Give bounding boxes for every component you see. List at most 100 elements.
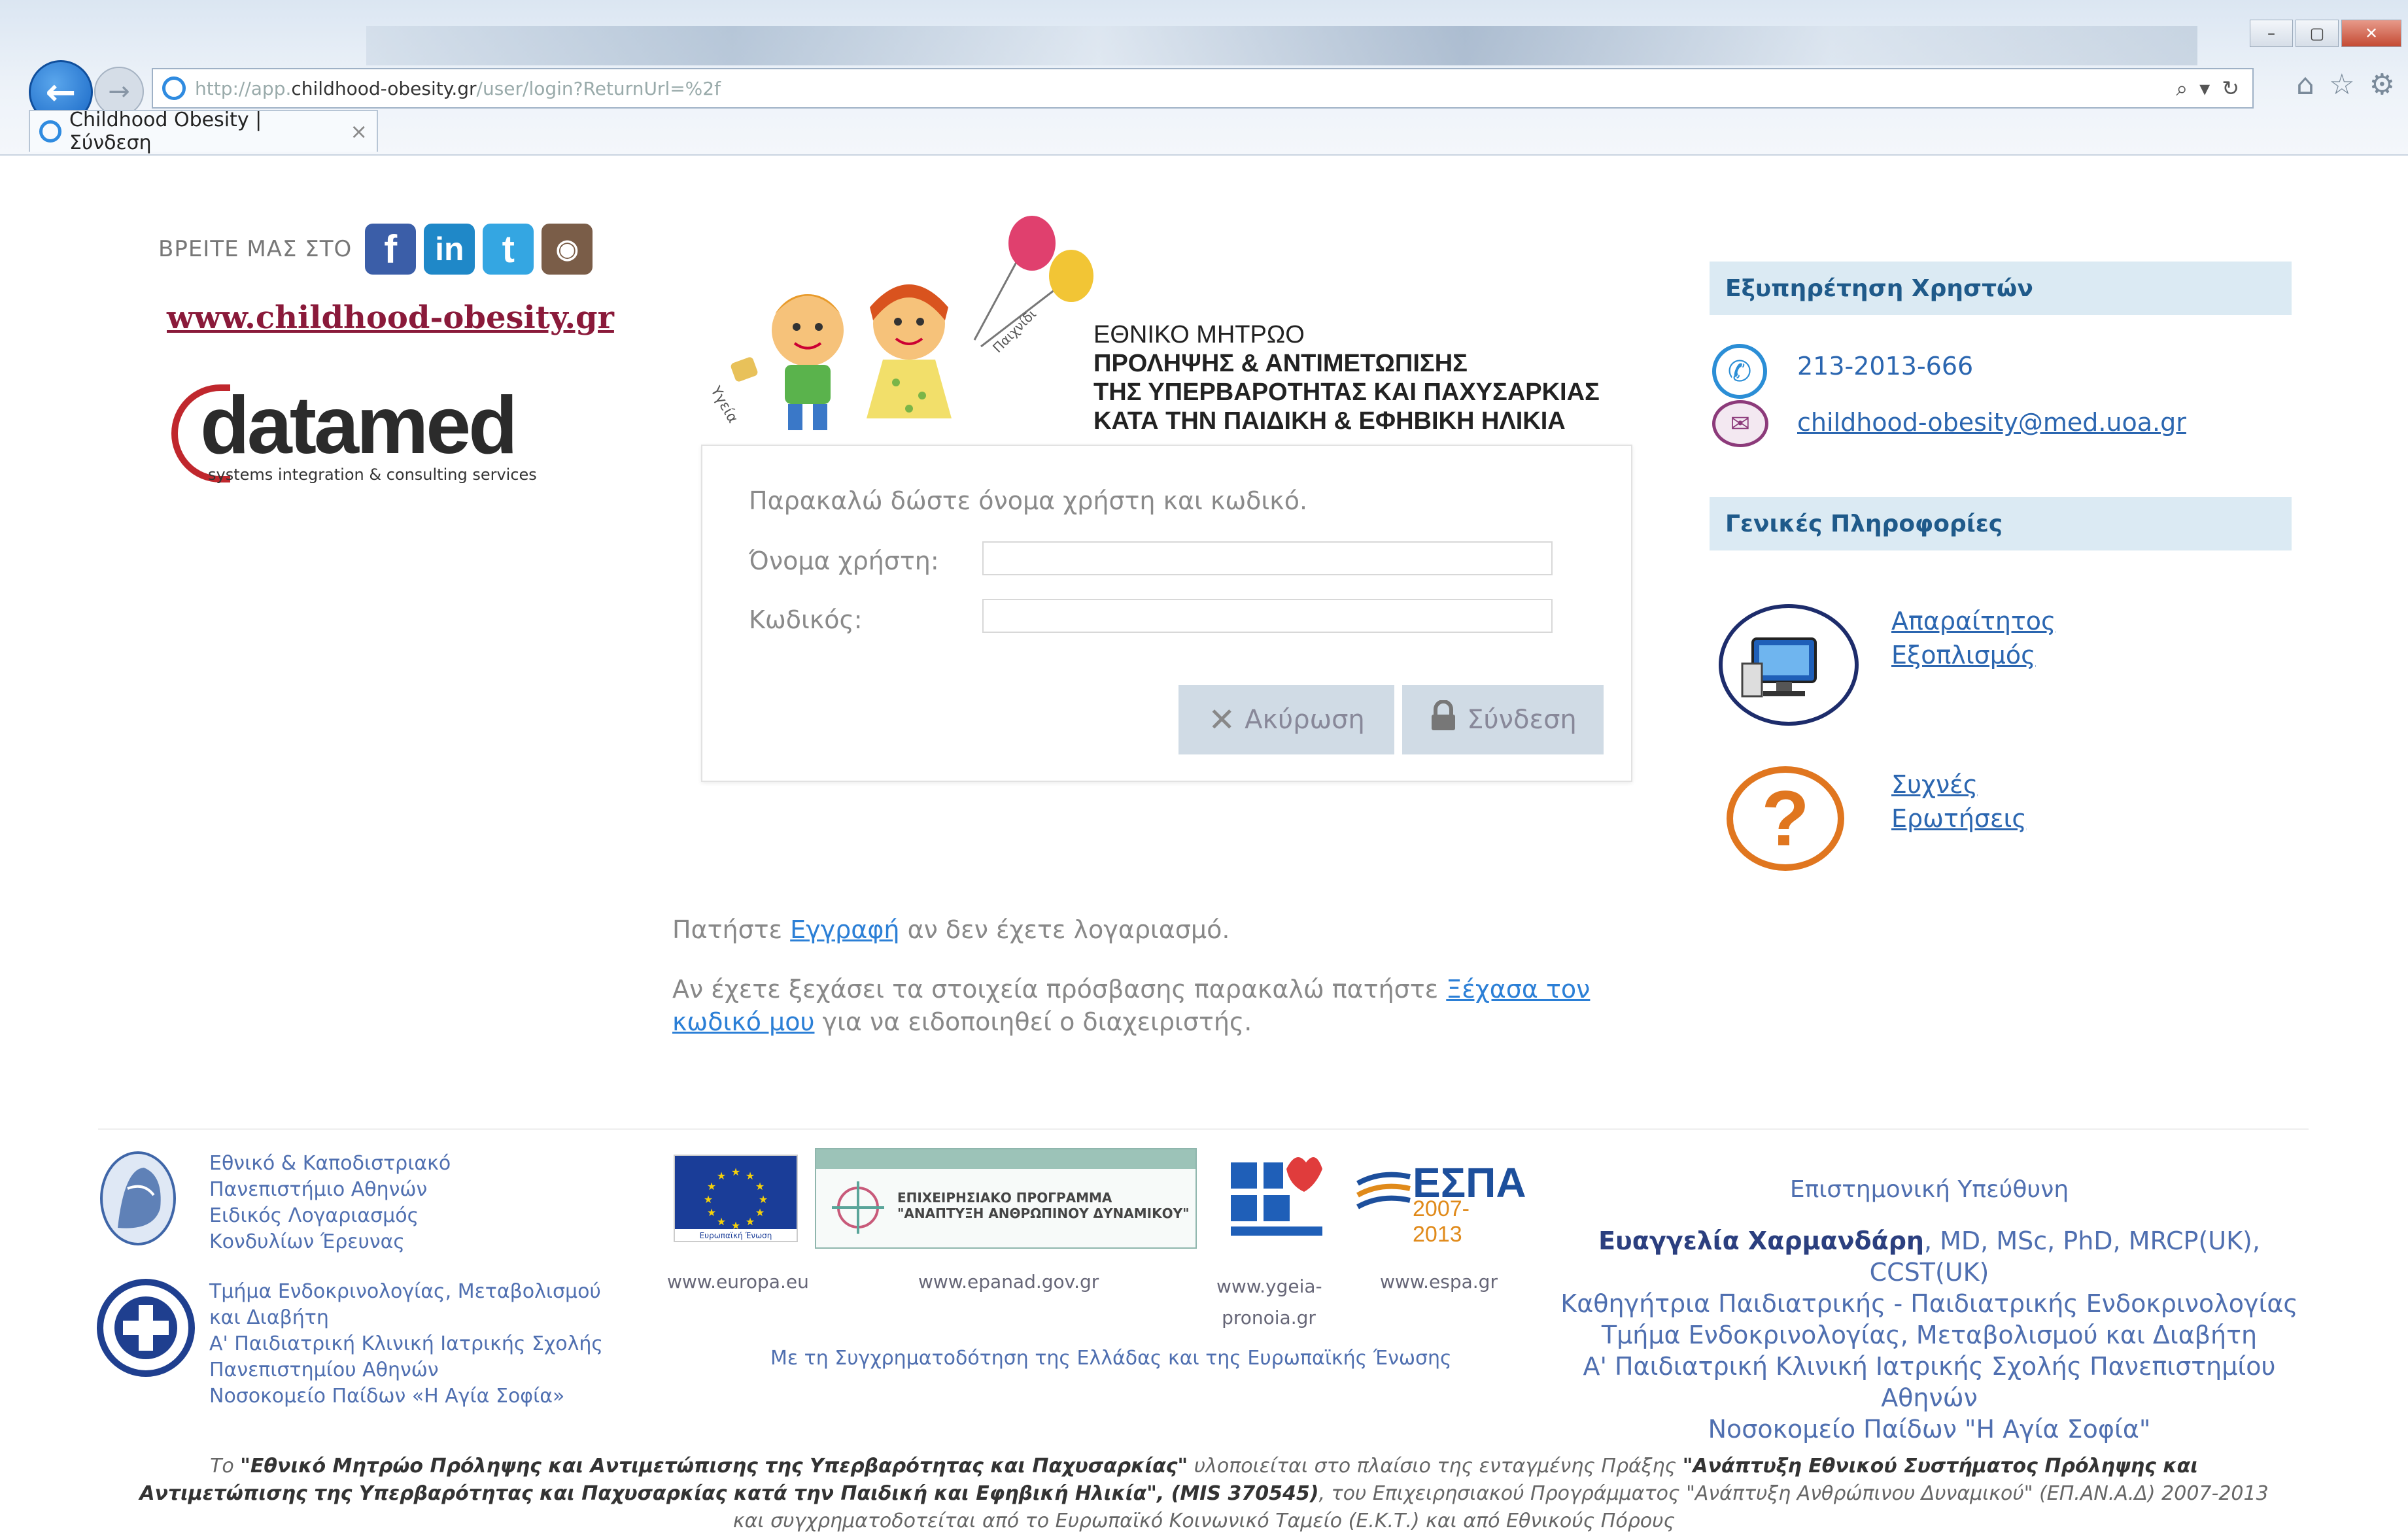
cofund-text: Με τη Συγχρηματοδότηση της Ελλάδας και τ… bbox=[770, 1347, 1452, 1370]
scientific-lead-title: Επιστημονική Υπεύθυνη bbox=[1789, 1176, 2069, 1203]
email-link[interactable]: childhood-obesity@med.uoa.gr bbox=[1797, 408, 2186, 437]
svg-text:Υγεία: Υγεία bbox=[707, 383, 741, 426]
dropdown-icon[interactable]: ▾ bbox=[2199, 76, 2210, 101]
twitter-icon[interactable]: t bbox=[483, 224, 534, 275]
scientific-lead-line: Α' Παιδιατρική Κλινική Ιατρικής Σχολής Π… bbox=[1583, 1352, 2276, 1412]
espa-years: 2007-2013 bbox=[1413, 1196, 1470, 1247]
ministry-health-logo bbox=[1231, 1157, 1322, 1236]
registry-title-line: ΠΡΟΛΗΨΗΣ & ΑΝΤΙΜΕΤΩΠΙΣΗΣ bbox=[1093, 350, 1468, 377]
epanad-text: ΕΠΙΧΕΙΡΗΣΙΑΚΟ ΠΡΟΓΡΑΜΜΑ "ΑΝΑΠΤΥΞΗ ΑΝΘΡΩΠ… bbox=[897, 1190, 1190, 1221]
phone-icon: ✆ bbox=[1712, 344, 1767, 399]
linkedin-icon[interactable]: in bbox=[424, 224, 475, 275]
equipment-link[interactable]: Απαραίτητος Εξοπλισμός bbox=[1891, 604, 2088, 672]
username-input[interactable] bbox=[982, 541, 1553, 575]
funding-note: Το "Εθνικό Μητρώο Πρόληψης και Αντιμετώπ… bbox=[131, 1453, 2277, 1535]
svg-text:★: ★ bbox=[755, 1180, 765, 1192]
epanad-url: www.epanad.gov.gr bbox=[918, 1271, 1099, 1293]
password-input[interactable] bbox=[982, 599, 1553, 633]
home-icon[interactable]: ⌂ bbox=[2296, 68, 2314, 101]
phone-number: 213-2013-666 bbox=[1797, 352, 1974, 381]
university-seal-logo bbox=[100, 1151, 176, 1245]
datamed-tagline: systems integration & consulting service… bbox=[208, 465, 537, 484]
scientific-lead-block: Επιστημονική Υπεύθυνη Ευαγγελία Χαρμανδά… bbox=[1537, 1174, 2322, 1445]
username-label: Όνομα χρήστη: bbox=[749, 547, 939, 575]
footer-line: Ειδικός Λογαριασμός bbox=[209, 1204, 419, 1227]
registry-title-line: ΤΗΣ ΥΠΕΡΒΑΡΟΤΗΤΑΣ ΚΑΙ ΠΑΧΥΣΑΡΚΙΑΣ bbox=[1093, 379, 1600, 406]
address-bar[interactable]: http://app.childhood-obesity.gr/user/log… bbox=[152, 68, 2254, 109]
close-window-button[interactable]: ✕ bbox=[2341, 20, 2401, 47]
login-button[interactable]: Σύνδεση bbox=[1402, 685, 1604, 754]
svg-text:★: ★ bbox=[731, 1166, 740, 1178]
blurred-background-band bbox=[366, 26, 2197, 65]
refresh-icon[interactable]: ↻ bbox=[2222, 76, 2239, 101]
instagram-icon[interactable]: ◉ bbox=[542, 224, 593, 275]
gear-icon[interactable]: ⚙ bbox=[2369, 68, 2395, 101]
computer-icon[interactable] bbox=[1719, 604, 1859, 726]
hospital-seal-logo bbox=[97, 1279, 195, 1377]
search-icon[interactable]: ⌕ bbox=[2176, 76, 2188, 101]
footer-divider bbox=[98, 1128, 2309, 1130]
browser-tab[interactable]: Childhood Obesity | Σύνδεση × bbox=[29, 109, 378, 154]
facebook-icon[interactable]: f bbox=[365, 224, 417, 275]
forgot-text: για να ειδοποιηθεί ο διαχειριστής. bbox=[814, 1007, 1252, 1036]
scientific-lead-line: Νοσοκομείο Παίδων "Η Αγία Σοφία" bbox=[1708, 1415, 2151, 1444]
footer-line: Πανεπιστήμιο Αθηνών bbox=[209, 1178, 428, 1201]
ie-page-icon bbox=[162, 76, 186, 100]
footer-line: Νοσοκομείο Παίδων «Η Αγία Σοφία» bbox=[209, 1385, 565, 1408]
scientific-lead-line: Καθηγήτρια Παιδιατρικής - Παιδιατρικής Ε… bbox=[1560, 1289, 2298, 1318]
register-text: αν δεν έχετε λογαριασμό. bbox=[899, 915, 1230, 944]
espa-swoosh bbox=[1356, 1172, 1411, 1209]
cancel-button[interactable]: ✕ Ακύρωση bbox=[1178, 685, 1394, 754]
window-controls: – ▢ ✕ bbox=[2250, 20, 2401, 47]
address-bar-icons: ⌕ ▾ ↻ bbox=[2176, 76, 2252, 101]
espa-logo: ΕΣΠΑ 2007-2013 bbox=[1355, 1158, 1526, 1247]
espa-url: www.espa.gr bbox=[1380, 1271, 1498, 1293]
mail-icon: ✉ bbox=[1712, 400, 1768, 447]
svg-text:★: ★ bbox=[759, 1193, 768, 1206]
question-icon[interactable]: ? bbox=[1727, 766, 1844, 871]
cancel-button-label: Ακύρωση bbox=[1245, 705, 1365, 735]
site-link[interactable]: www.childhood-obesity.gr bbox=[167, 299, 614, 336]
faq-link[interactable]: Συχνές Ερωτήσεις bbox=[1891, 768, 2088, 836]
register-text: Πατήστε bbox=[672, 915, 791, 944]
footer-line: Πανεπιστημίου Αθηνών bbox=[209, 1359, 439, 1381]
svg-text:★: ★ bbox=[717, 1170, 726, 1182]
datamed-word: datamed bbox=[200, 381, 518, 471]
europa-url: www.europa.eu bbox=[667, 1271, 809, 1293]
ygeia-url: www.ygeia-pronoia.gr bbox=[1216, 1276, 1322, 1328]
tab-ie-icon bbox=[39, 120, 61, 143]
kids-balloons-illustration: Υγεία Παιχνίδι bbox=[707, 216, 1093, 430]
register-line: Πατήστε Εγγραφή αν δεν έχετε λογαριασμό. bbox=[672, 915, 1230, 944]
svg-text:★: ★ bbox=[707, 1180, 716, 1192]
find-us-row: ΒΡΕΙΤΕ ΜΑΣ ΣΤΟ f in t ◉ bbox=[158, 224, 593, 275]
info-heading: Γενικές Πληροφορίες bbox=[1710, 497, 2292, 550]
registry-title-line: ΚΑΤΑ ΤΗΝ ΠΑΙΔΙΚΗ & ΕΦΗΒΙΚΗ ΗΛΙΚΙΑ bbox=[1093, 407, 1566, 435]
footer-line: Τμήμα Ενδοκρινολογίας, Μεταβολισμού bbox=[209, 1280, 601, 1303]
epanad-logo: ΕΠΙΧΕΙΡΗΣΙΑΚΟ ΠΡΟΓΡΑΜΜΑ "ΑΝΑΠΤΥΞΗ ΑΝΘΡΩΠ… bbox=[815, 1148, 1197, 1249]
svg-text:★: ★ bbox=[707, 1206, 716, 1219]
svg-text:★: ★ bbox=[746, 1170, 755, 1182]
footer-line: Κονδυλίων Έρευνας bbox=[209, 1230, 405, 1253]
svg-text:★: ★ bbox=[746, 1215, 755, 1228]
datamed-logo[interactable]: datamed systems integration & consulting… bbox=[171, 379, 577, 497]
maximize-button[interactable]: ▢ bbox=[2296, 20, 2339, 47]
epanad-bar bbox=[816, 1149, 1195, 1169]
svg-text:★: ★ bbox=[704, 1193, 713, 1206]
eu-caption: Ευρωπαϊκή Ένωση bbox=[700, 1231, 772, 1240]
epanad-emblem bbox=[832, 1181, 884, 1234]
register-link[interactable]: Εγγραφή bbox=[790, 915, 899, 944]
toolbar-icons: ⌂ ☆ ⚙ bbox=[2296, 68, 2395, 101]
footer-line: Α' Παιδιατρική Κλινική Ιατρικής Σχολής bbox=[209, 1332, 604, 1355]
eu-flag-logo: ★ ★ ★ ★ ★ ★ ★ ★ ★ ★ ★ ★ Ευρωπαϊκή Ένωση bbox=[674, 1155, 798, 1242]
note-text: Το bbox=[210, 1455, 241, 1478]
note-text: υλοποιείται στο πλαίσιο της ενταγμένης Π… bbox=[1188, 1455, 1683, 1478]
svg-text:Παιχνίδι: Παιχνίδι bbox=[989, 306, 1039, 356]
tab-close-icon[interactable]: × bbox=[350, 119, 368, 144]
minimize-button[interactable]: – bbox=[2250, 20, 2293, 47]
close-icon: ✕ bbox=[1208, 701, 1236, 739]
star-icon[interactable]: ☆ bbox=[2329, 68, 2354, 101]
scientific-lead-name-line: Ευαγγελία Χαρμανδάρη, MD, MSc, PhD, MRCP… bbox=[1537, 1225, 2322, 1288]
support-heading: Εξυπηρέτηση Χρηστών bbox=[1710, 262, 2292, 315]
registry-title-line: ΕΘΝΙΚΟ ΜΗΤΡΩΟ bbox=[1093, 321, 1305, 348]
password-label: Κωδικός: bbox=[749, 605, 863, 634]
